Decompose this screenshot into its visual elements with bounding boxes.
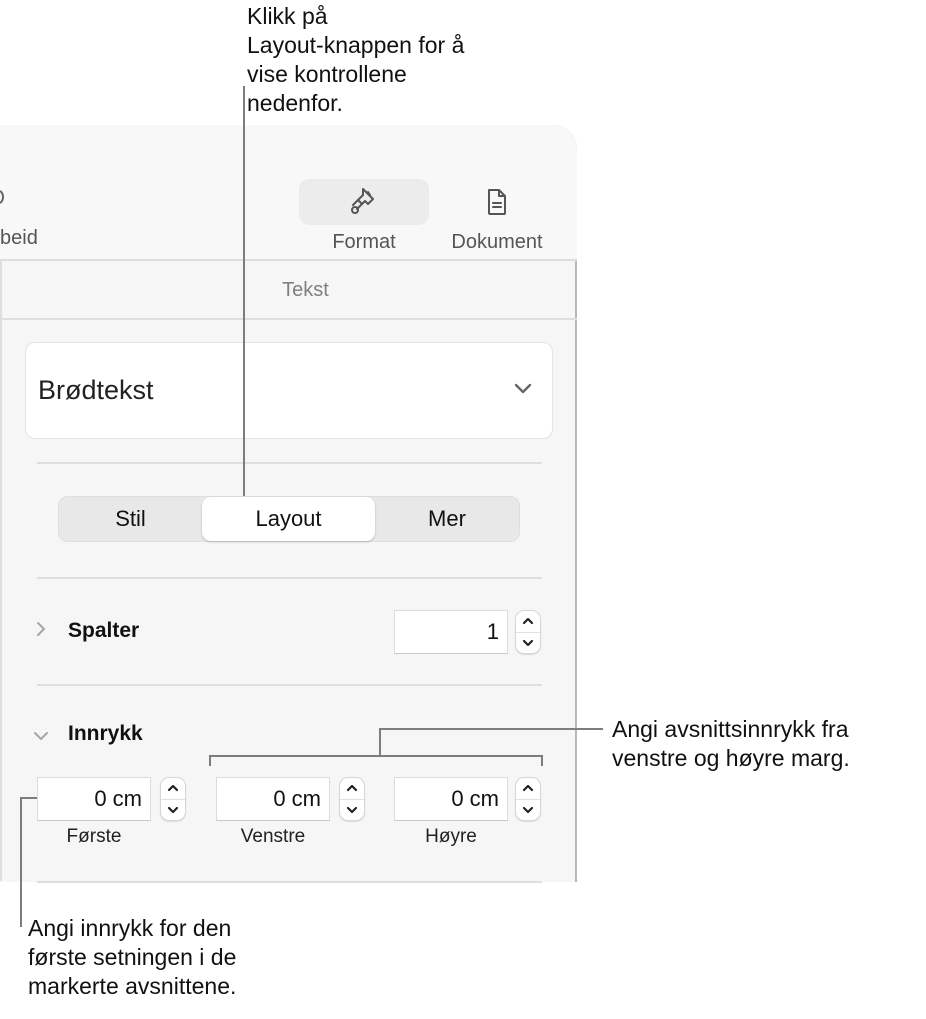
leader-line-bracket-to-text [379, 728, 603, 730]
tab-layout[interactable]: Layout [202, 497, 375, 541]
indents-label: Innrykk [68, 722, 143, 745]
paintbrush-icon [299, 179, 429, 225]
format-button[interactable]: Format [299, 179, 429, 254]
chevron-down-small-icon[interactable] [33, 728, 49, 746]
indent-left-field[interactable]: 0 cm [216, 777, 330, 821]
stepper-up-icon[interactable] [516, 778, 540, 800]
stepper-down-icon[interactable] [516, 633, 540, 654]
stepper-up-icon[interactable] [161, 778, 185, 800]
indent-first-caption: Første [66, 826, 122, 847]
indent-left-caption: Venstre [240, 826, 306, 847]
stepper-down-icon[interactable] [161, 800, 185, 821]
toolbar-divider [0, 259, 577, 261]
section-title-tekst: Tekst [282, 278, 329, 301]
tab-segmented-control: Stil Layout Mer [58, 496, 520, 542]
indent-right-field[interactable]: 0 cm [394, 777, 508, 821]
paragraph-style-value: Brødtekst [38, 375, 154, 405]
callout-layout-button: Klikk på Layout-knappen for å vise kontr… [247, 3, 465, 116]
leader-line-bracket-right [541, 755, 543, 766]
stepper-down-icon[interactable] [340, 800, 364, 821]
tab-stil[interactable]: Stil [59, 497, 202, 541]
chevron-right-icon[interactable] [36, 621, 46, 642]
divider [37, 577, 542, 579]
format-button-label: Format [332, 231, 396, 253]
columns-stepper[interactable] [515, 610, 541, 654]
stepper-up-icon[interactable] [340, 778, 364, 800]
callout-paragraph-indent: Angi avsnittsinnrykk fra venstre og høyr… [612, 716, 850, 771]
chevron-down-icon [514, 382, 532, 400]
toolbar-partial-label: beid [0, 227, 38, 249]
indent-first-field[interactable]: 0 cm [37, 777, 151, 821]
indent-right-caption: Høyre [425, 826, 477, 847]
document-button[interactable]: Dokument [432, 179, 562, 254]
paragraph-style-popup[interactable]: Brødtekst [25, 342, 553, 439]
leader-line-bracket-left [209, 755, 211, 766]
divider [37, 684, 542, 686]
columns-field[interactable]: 1 [394, 610, 508, 654]
sidebar-left-divider [0, 261, 2, 881]
leader-line-bracket-stem [379, 729, 381, 756]
leader-line-first-v [20, 797, 22, 927]
tab-mer[interactable]: Mer [375, 497, 519, 541]
stepper-down-icon[interactable] [516, 800, 540, 821]
callout-first-line-indent: Angi innrykk for den første setningen i … [28, 915, 237, 999]
indent-right-stepper[interactable] [515, 777, 541, 821]
leader-line-first-h [20, 797, 37, 799]
indent-first-stepper[interactable] [160, 777, 186, 821]
document-icon [432, 179, 562, 225]
document-button-label: Dokument [451, 231, 543, 253]
leader-line-layout [243, 86, 245, 496]
divider [37, 462, 542, 464]
leader-line-bracket-h [209, 755, 543, 757]
divider [37, 881, 542, 883]
indent-left-stepper[interactable] [339, 777, 365, 821]
columns-label: Spalter [68, 619, 140, 642]
section-title-divider [0, 318, 577, 320]
stepper-up-icon[interactable] [516, 611, 540, 633]
